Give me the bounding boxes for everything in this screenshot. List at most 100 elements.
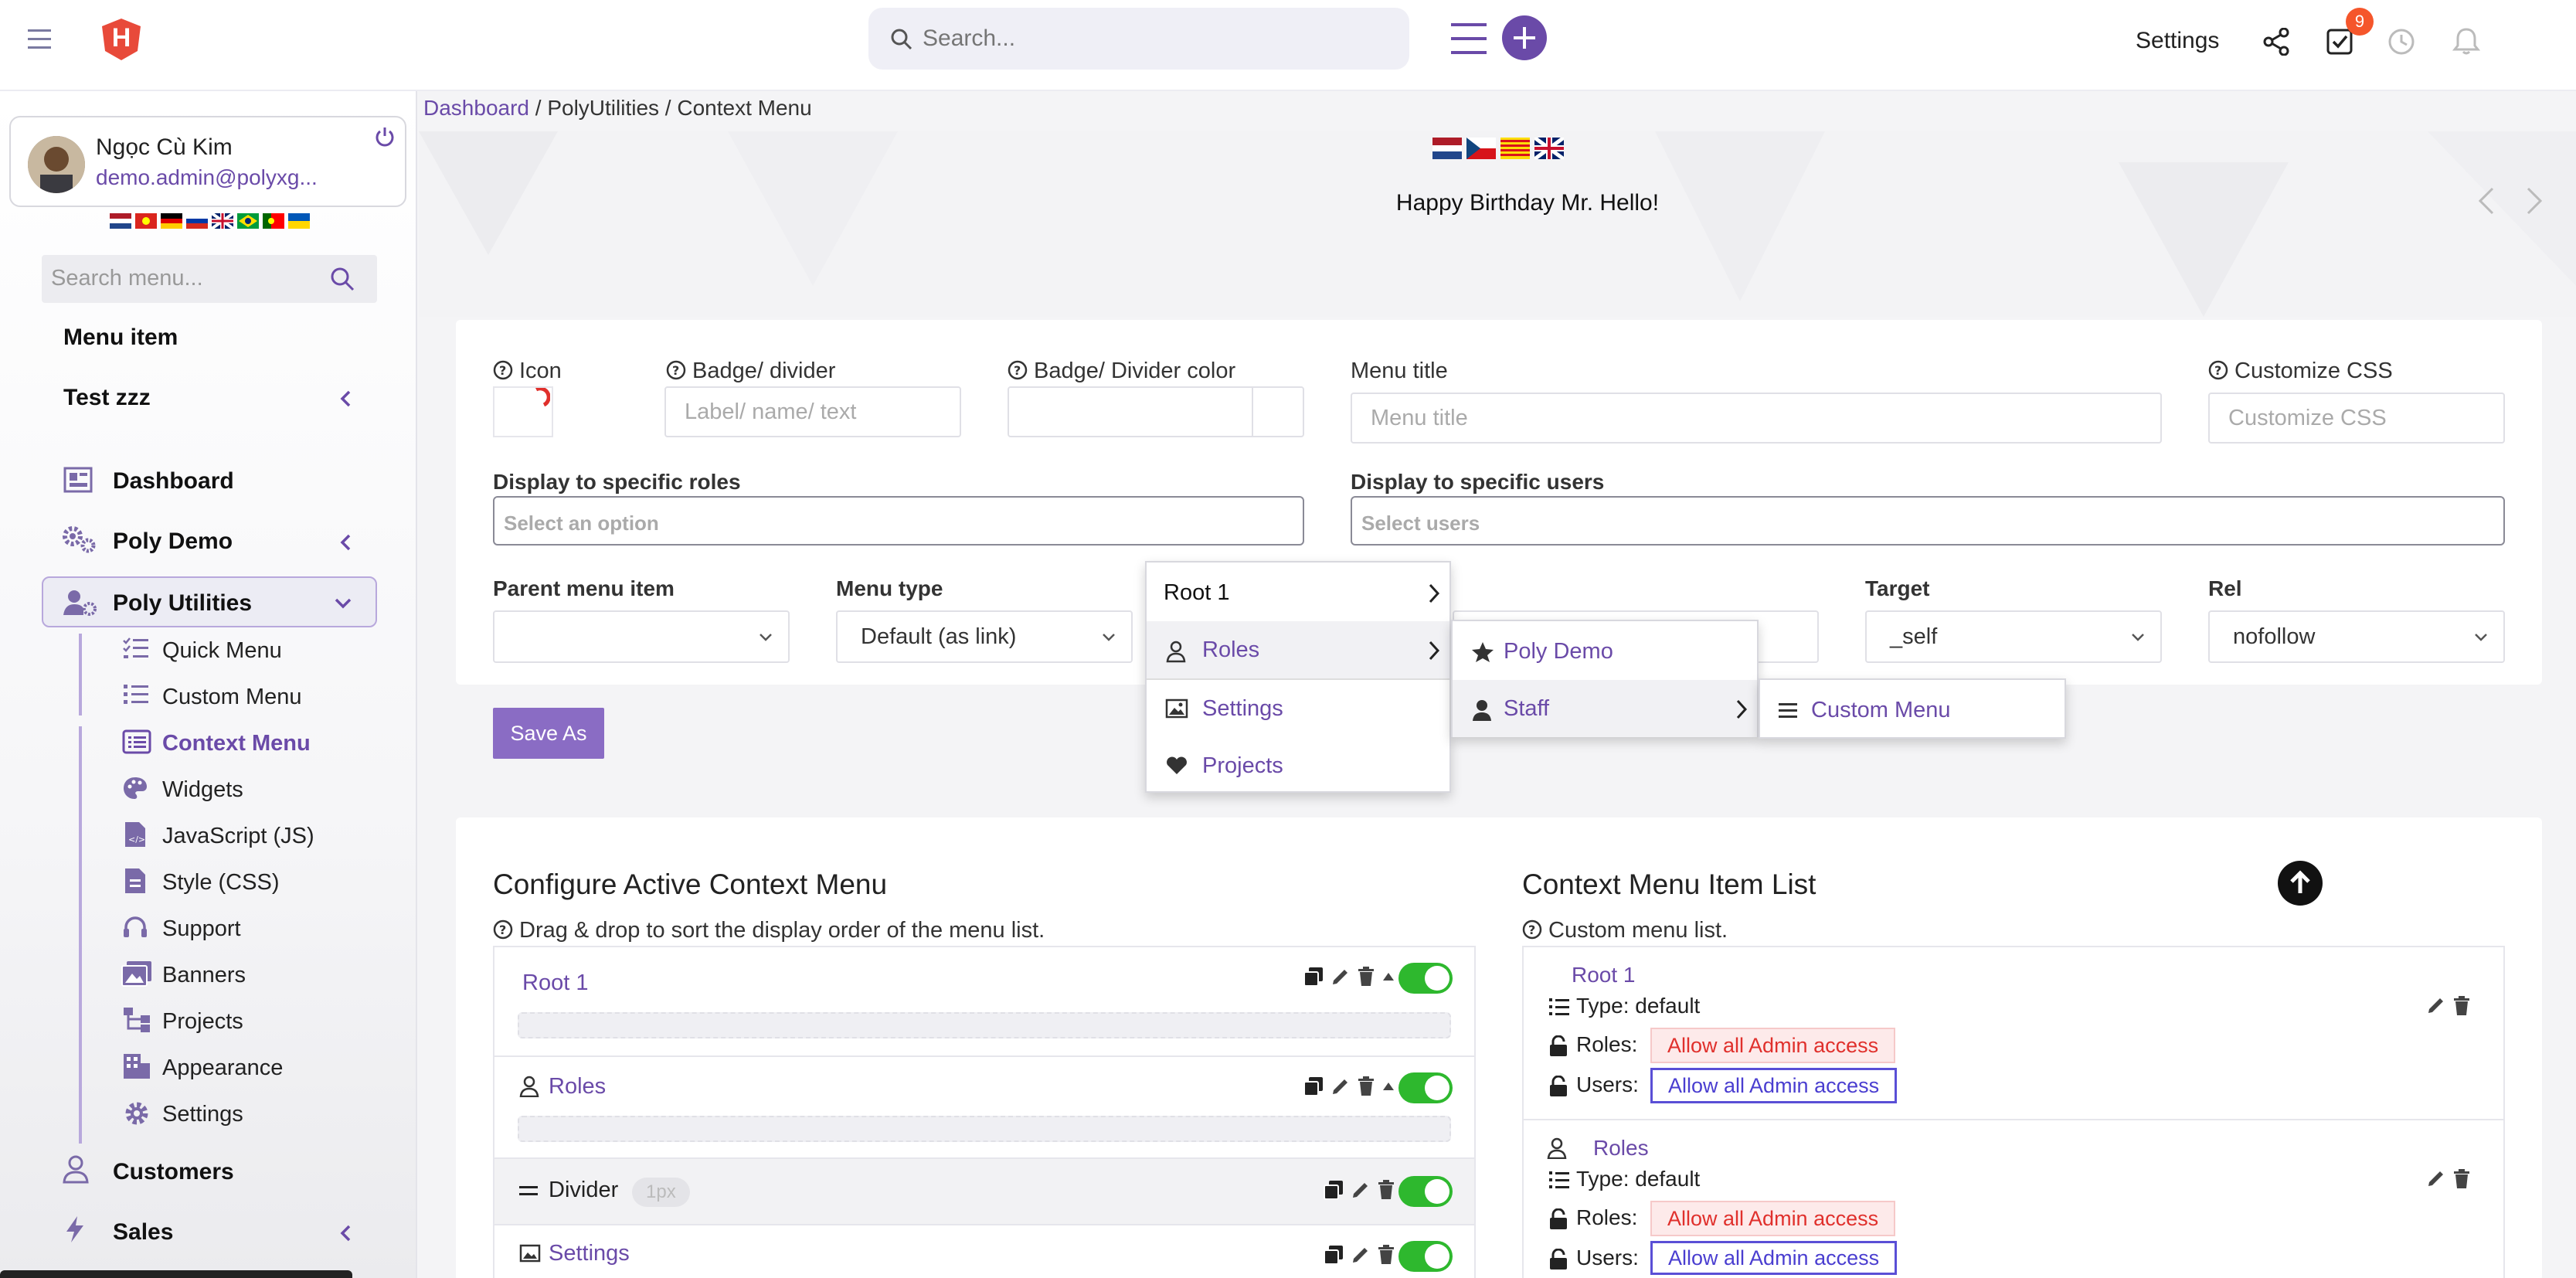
sidebar-item-poly-utilities[interactable]: Poly Utilities <box>42 576 377 627</box>
trash-icon[interactable] <box>1377 1179 1395 1201</box>
banner-prev-icon[interactable] <box>2476 185 2499 216</box>
scroll-top-button[interactable] <box>2278 861 2323 906</box>
config-row-label[interactable]: Root 1 <box>522 970 588 996</box>
context-item-settings[interactable]: Settings <box>1147 680 1449 737</box>
submenu-settings[interactable]: Settings <box>162 1102 243 1127</box>
context-item-staff[interactable]: Staff <box>1453 680 1757 737</box>
breadcrumb-home[interactable]: Dashboard <box>423 96 529 120</box>
submenu-javascript[interactable]: JavaScript (JS) <box>162 824 314 849</box>
config-row[interactable] <box>493 1055 1476 1159</box>
global-search[interactable] <box>868 8 1409 70</box>
flag-uk-icon[interactable] <box>1534 138 1564 159</box>
menu-search-input[interactable]: Search menu... <box>51 266 203 291</box>
drop-zone[interactable] <box>518 1116 1451 1142</box>
pencil-icon[interactable] <box>1351 1180 1371 1200</box>
sidebar-scrollbar[interactable] <box>0 1270 352 1278</box>
flag-ua-icon[interactable] <box>288 213 310 229</box>
tasks-icon[interactable] <box>2326 28 2353 56</box>
user-email[interactable]: demo.admin@polyxg... <box>96 165 318 190</box>
sidebar-item-sales[interactable]: Sales <box>113 1219 173 1246</box>
sidebar-item-dashboard[interactable]: Dashboard <box>113 468 234 495</box>
pencil-icon[interactable] <box>2426 1168 2446 1188</box>
submenu-appearance[interactable]: Appearance <box>162 1055 283 1081</box>
search-icon[interactable] <box>329 266 355 292</box>
trash-icon[interactable] <box>1377 1244 1395 1266</box>
trash-icon[interactable] <box>1357 966 1375 987</box>
context-item-poly-demo[interactable]: Poly Demo <box>1453 623 1757 680</box>
menu-type-select[interactable]: Default (as link) <box>836 610 1133 663</box>
copy-icon[interactable] <box>1303 1076 1324 1097</box>
flag-ru-icon[interactable] <box>186 213 208 229</box>
hamburger-icon[interactable] <box>28 28 59 51</box>
submenu-context-menu[interactable]: Context Menu <box>162 731 311 756</box>
power-icon[interactable] <box>374 125 396 147</box>
config-row-toggle[interactable] <box>1398 1176 1453 1207</box>
menu-lines-icon[interactable] <box>1451 22 1490 56</box>
submenu-projects[interactable]: Projects <box>162 1009 243 1035</box>
clock-icon[interactable] <box>2387 28 2415 56</box>
user-card[interactable]: Ngọc Cù Kim demo.admin@polyxg... <box>9 116 406 207</box>
flag-de-icon[interactable] <box>161 213 182 229</box>
config-row-label[interactable]: Roles <box>549 1074 606 1100</box>
trash-icon[interactable] <box>1357 1076 1375 1097</box>
users-select[interactable]: Select users <box>1351 496 2505 546</box>
context-item-roles[interactable]: Roles <box>1147 621 1449 678</box>
badge-input[interactable]: Label/ name/ text <box>664 386 961 437</box>
pencil-icon[interactable] <box>1330 967 1351 987</box>
parent-select[interactable] <box>493 610 790 663</box>
sidebar-item-menu-item[interactable]: Menu item <box>63 325 178 351</box>
target-select[interactable]: _self <box>1865 610 2162 663</box>
config-row[interactable] <box>493 946 1476 1057</box>
bell-icon[interactable] <box>2452 26 2480 56</box>
submenu-style-css[interactable]: Style (CSS) <box>162 870 279 896</box>
search-input[interactable] <box>923 19 1386 59</box>
add-button[interactable] <box>1502 15 1547 60</box>
css-input[interactable]: Customize CSS <box>2208 393 2505 444</box>
menu-list-item-name[interactable]: Roles <box>1593 1136 1649 1161</box>
submenu-banners[interactable]: Banners <box>162 963 246 988</box>
context-item-custom-menu[interactable]: Custom Menu <box>1760 681 2065 739</box>
roles-select[interactable]: Select an option <box>493 496 1304 546</box>
pencil-icon[interactable] <box>1330 1076 1351 1096</box>
chevron-left-icon[interactable] <box>335 532 357 553</box>
copy-icon[interactable] <box>1323 1179 1344 1201</box>
flag-cz-icon[interactable] <box>1466 138 1496 159</box>
flag-vn-icon[interactable] <box>135 213 157 229</box>
copy-icon[interactable] <box>1323 1244 1344 1266</box>
submenu-widgets[interactable]: Widgets <box>162 777 243 803</box>
trash-icon[interactable] <box>2452 995 2471 1017</box>
save-as-button[interactable]: Save As <box>493 708 604 759</box>
flag-pt-icon[interactable] <box>263 213 284 229</box>
config-row-label[interactable]: Settings <box>549 1241 630 1266</box>
badge-color-input[interactable] <box>1008 386 1304 437</box>
caret-up-icon[interactable] <box>1381 1081 1395 1092</box>
flag-nl-icon[interactable] <box>1432 138 1462 159</box>
menu-list-item-name[interactable]: Root 1 <box>1572 963 1636 987</box>
banner-next-icon[interactable] <box>2522 185 2545 216</box>
submenu-custom-menu[interactable]: Custom Menu <box>162 685 302 710</box>
config-row-toggle[interactable] <box>1398 1072 1453 1103</box>
flag-catalan-icon[interactable] <box>1500 138 1530 159</box>
config-row-label[interactable]: Divider <box>549 1178 618 1203</box>
copy-icon[interactable] <box>1303 966 1324 987</box>
drop-zone[interactable] <box>518 1012 1451 1038</box>
sidebar-item-poly-demo[interactable]: Poly Demo <box>113 529 233 555</box>
chevron-left-icon[interactable] <box>335 1222 357 1244</box>
context-item-projects[interactable]: Projects <box>1147 737 1449 794</box>
submenu-quick-menu[interactable]: Quick Menu <box>162 638 282 664</box>
submenu-support[interactable]: Support <box>162 916 241 942</box>
config-row-toggle[interactable] <box>1398 963 1453 994</box>
share-icon[interactable] <box>2262 28 2290 56</box>
pencil-icon[interactable] <box>1351 1245 1371 1265</box>
icon-picker[interactable] <box>493 386 553 437</box>
settings-link[interactable]: Settings <box>2136 28 2219 54</box>
context-item-root-1[interactable]: Root 1 <box>1147 564 1449 621</box>
chevron-left-icon[interactable] <box>335 388 357 410</box>
rel-select[interactable]: nofollow <box>2208 610 2505 663</box>
flag-nl-icon[interactable] <box>110 213 131 229</box>
logo[interactable]: H <box>100 17 142 62</box>
config-row-toggle[interactable] <box>1398 1241 1453 1272</box>
sidebar-item-test-zzz[interactable]: Test zzz <box>63 385 151 411</box>
menu-title-input[interactable]: Menu title <box>1351 393 2162 444</box>
caret-up-icon[interactable] <box>1381 971 1395 982</box>
